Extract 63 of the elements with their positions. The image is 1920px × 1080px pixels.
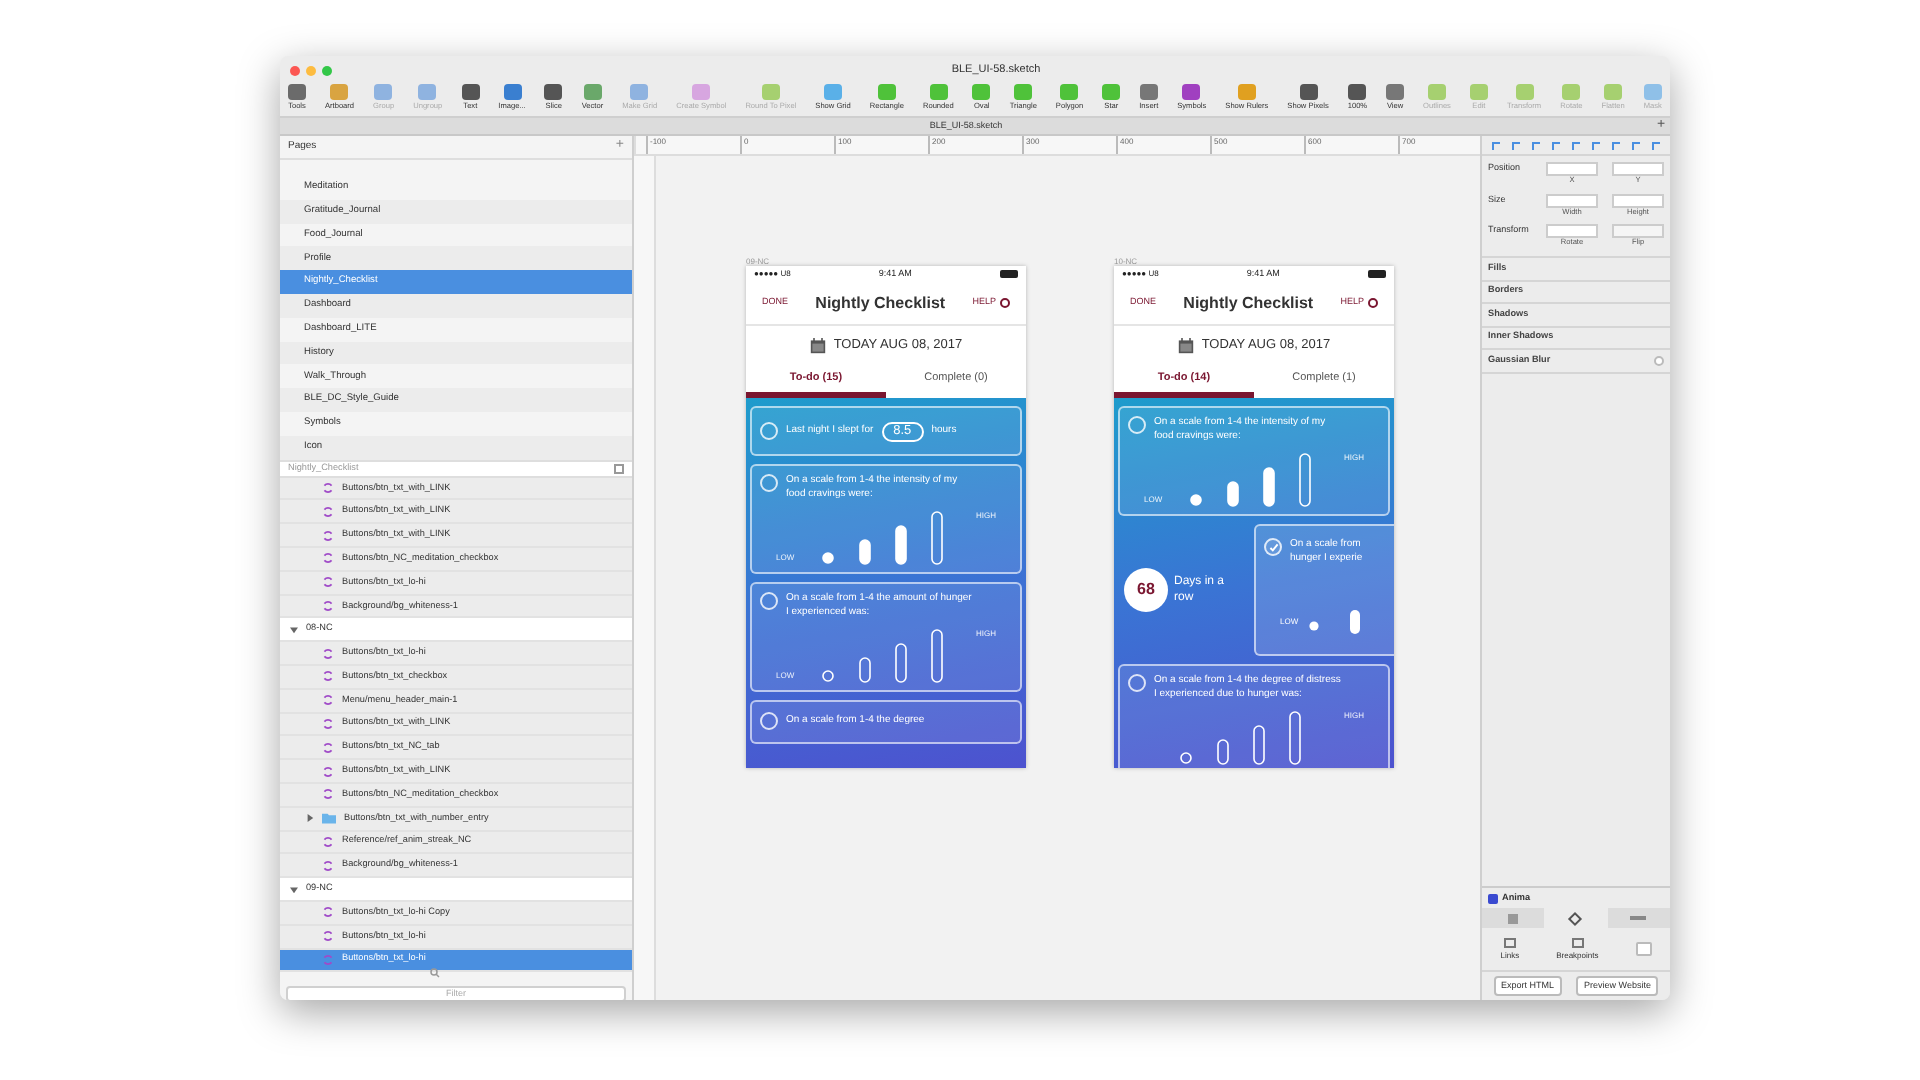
symbol-icon — [322, 717, 334, 730]
info-icon — [1368, 298, 1378, 308]
align-icon[interactable] — [1512, 141, 1520, 149]
calendar-icon — [809, 338, 826, 354]
symbol-icon — [322, 835, 334, 848]
checkbox[interactable] — [760, 712, 778, 730]
symbol-icon — [322, 670, 334, 683]
symbol-icon — [322, 599, 334, 612]
number-input[interactable] — [1546, 162, 1598, 176]
checkbox[interactable] — [1128, 416, 1146, 434]
checkbox[interactable] — [1264, 538, 1282, 556]
checkbox[interactable] — [760, 422, 778, 440]
number-input[interactable] — [1612, 162, 1664, 176]
checkbox[interactable] — [1128, 674, 1146, 692]
symbol-icon — [322, 930, 334, 943]
folder-icon — [322, 812, 336, 825]
symbol-icon — [322, 481, 334, 494]
disclosure-triangle-icon[interactable] — [289, 625, 297, 634]
breakpoints-icon — [1571, 937, 1584, 947]
info-icon — [1000, 298, 1010, 308]
symbol-icon — [322, 647, 334, 660]
number-input[interactable] — [1546, 224, 1598, 239]
battery-icon — [999, 270, 1018, 278]
disclosure-triangle-icon[interactable] — [305, 814, 313, 823]
align-icon[interactable] — [1492, 141, 1500, 149]
symbol-icon — [322, 788, 334, 801]
number-input[interactable] — [1546, 193, 1598, 208]
align-icon[interactable] — [1532, 141, 1540, 149]
checkbox[interactable] — [760, 474, 778, 492]
screen-title: Nightly Checklist — [1183, 291, 1314, 315]
close-button[interactable] — [290, 65, 300, 75]
symbol-icon — [322, 741, 334, 754]
dropdown-button[interactable] — [1635, 942, 1652, 956]
align-icon[interactable] — [1592, 141, 1600, 149]
number-input[interactable] — [1612, 193, 1664, 208]
align-icon[interactable] — [1632, 141, 1640, 149]
battery-icon — [1367, 270, 1386, 278]
symbol-icon — [322, 859, 334, 872]
align-icon[interactable] — [1552, 141, 1560, 149]
disclosure-triangle-icon[interactable] — [289, 885, 297, 893]
flip-buttons[interactable] — [1612, 224, 1664, 239]
links-icon — [1503, 937, 1516, 947]
checkbox[interactable] — [760, 592, 778, 610]
symbol-icon — [322, 765, 334, 778]
symbol-icon — [322, 953, 334, 966]
symbol-icon — [322, 576, 334, 589]
symbol-icon — [322, 552, 334, 565]
minimize-button[interactable] — [306, 65, 316, 75]
anima-logo-icon — [1488, 893, 1498, 903]
search-icon — [430, 967, 440, 977]
symbol-icon — [322, 505, 334, 518]
collapse-icon[interactable] — [614, 463, 624, 474]
align-icon[interactable] — [1652, 141, 1660, 149]
symbol-icon — [322, 694, 334, 707]
check-icon — [1267, 541, 1279, 553]
zoom-button[interactable] — [322, 65, 332, 75]
calendar-icon — [1177, 338, 1194, 354]
align-icon[interactable] — [1612, 141, 1620, 149]
align-icon[interactable] — [1572, 141, 1580, 149]
symbol-icon — [322, 906, 334, 919]
screen-title: Nightly Checklist — [815, 291, 946, 315]
symbol-icon — [322, 529, 334, 542]
blur-checkbox[interactable] — [1654, 355, 1664, 366]
